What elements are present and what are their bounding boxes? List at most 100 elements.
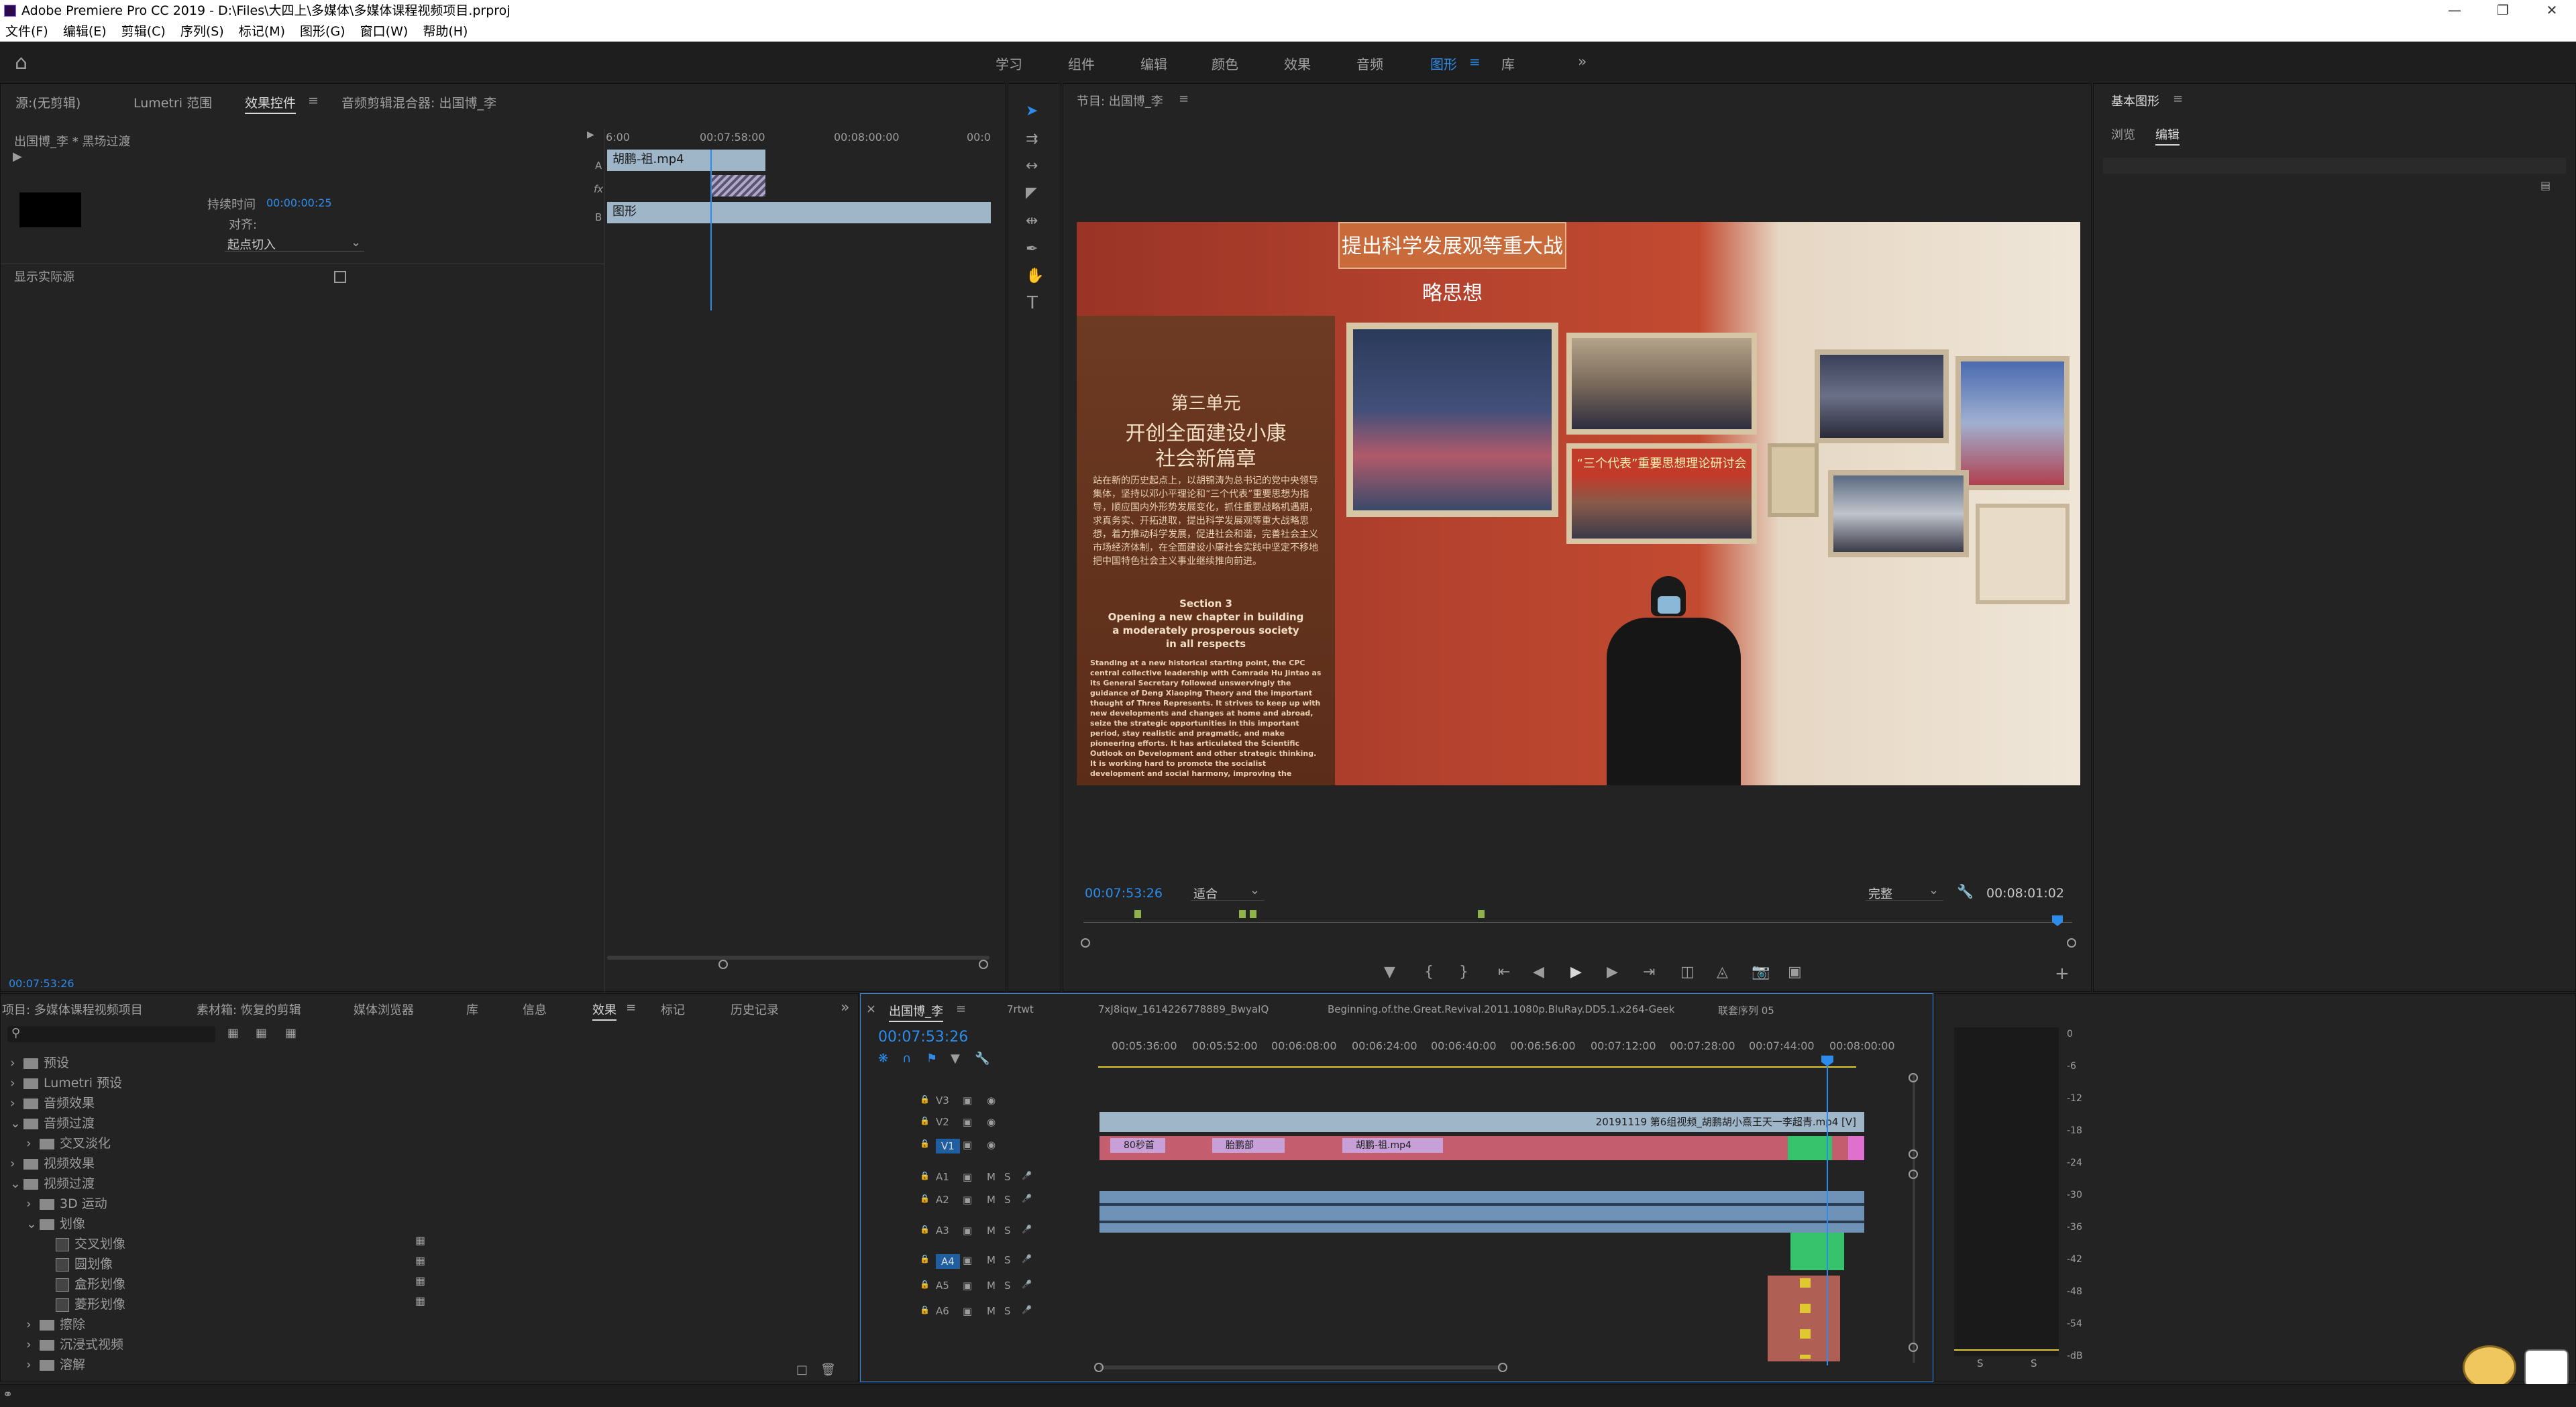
track-select-tool-icon[interactable]: ⇉ <box>1026 131 1038 148</box>
sync-lock-icon[interactable]: ▣ <box>963 1280 972 1292</box>
v1-clip-3[interactable]: 胡鹏-祖.mp4 <box>1342 1138 1443 1153</box>
hand-tool-icon[interactable]: ✋ <box>1026 268 1044 284</box>
v1-pink-clip[interactable] <box>1848 1136 1864 1160</box>
tab-bin[interactable]: 素材箱: 恢复的剪辑 <box>197 1001 301 1018</box>
mute-button[interactable]: M <box>987 1280 996 1292</box>
program-playhead[interactable] <box>2052 915 2063 926</box>
track-label[interactable]: A1 <box>936 1171 949 1183</box>
sync-lock-icon[interactable]: ▣ <box>963 1305 972 1317</box>
eye-icon[interactable]: ◉ <box>987 1139 996 1151</box>
microphone-icon[interactable]: 🎤 <box>1022 1305 1032 1314</box>
program-menu-icon[interactable]: ≡ <box>1179 92 1189 106</box>
track-label[interactable]: A3 <box>936 1225 949 1237</box>
mute-button[interactable]: M <box>987 1171 996 1183</box>
tab-info[interactable]: 信息 <box>523 1001 547 1018</box>
quality-dropdown[interactable]: 完整 ⌄ <box>1866 883 1943 901</box>
coffee-cup-icon[interactable] <box>2524 1349 2569 1387</box>
effects-search-input[interactable]: ⚲ <box>7 1026 215 1042</box>
mute-button[interactable]: M <box>987 1305 996 1317</box>
program-scrubber[interactable] <box>1081 909 2076 948</box>
export-frame-icon[interactable]: 📷 <box>1752 964 1770 980</box>
slip-tool-icon[interactable]: ⇹ <box>1026 213 1038 229</box>
eye-icon[interactable]: ◉ <box>987 1116 996 1128</box>
tab-audio-clip-mixer[interactable]: 音频剪辑混合器: 出国博_李 <box>341 93 496 111</box>
tab-effects[interactable]: 效果 <box>592 1001 616 1021</box>
home-icon[interactable]: ⌂ <box>15 51 28 74</box>
effects-tree-item[interactable]: 盒形划像 <box>42 1274 125 1292</box>
sync-lock-icon[interactable]: ▣ <box>963 1094 972 1107</box>
track-label[interactable]: V2 <box>936 1116 949 1128</box>
clip-a[interactable]: 胡鹏-祖.mp4 <box>607 150 765 171</box>
menu-sequence[interactable]: 序列(S) <box>180 24 224 39</box>
lock-icon[interactable]: 🔒 <box>920 1139 930 1148</box>
track-label[interactable]: A5 <box>936 1280 949 1292</box>
ec-timecode[interactable]: 00:07:53:26 <box>9 977 74 990</box>
ec-zoom-scrollbar[interactable] <box>607 956 989 960</box>
solo-button[interactable]: S <box>1004 1171 1011 1183</box>
track-label[interactable]: A6 <box>936 1305 949 1317</box>
chevron-right-icon[interactable]: › <box>10 1096 23 1111</box>
tab-libraries[interactable]: 库 <box>466 1001 478 1018</box>
chevron-right-icon[interactable]: › <box>10 1056 23 1070</box>
close-icon[interactable]: ✕ <box>2532 0 2571 21</box>
chevron-right-icon[interactable]: › <box>10 1076 23 1090</box>
settings-wrench-icon[interactable]: 🔧 <box>1957 883 1974 899</box>
effects-tree-item[interactable]: › 擦除 <box>26 1314 85 1333</box>
solo-button[interactable]: S <box>1004 1254 1011 1266</box>
marker[interactable] <box>1250 910 1256 918</box>
h-scroll-handle-right[interactable] <box>1498 1363 1507 1372</box>
menu-marker[interactable]: 标记(M) <box>239 24 285 39</box>
ec-playhead[interactable] <box>710 150 712 311</box>
fit-dropdown[interactable]: 适合 ⌄ <box>1191 883 1265 901</box>
h-scroll-handle-left[interactable] <box>1094 1363 1104 1372</box>
lock-icon[interactable]: 🔒 <box>920 1280 930 1289</box>
eg-layer-list[interactable] <box>2103 158 2566 174</box>
solo-button[interactable]: S <box>1004 1280 1011 1292</box>
timeline-close-icon[interactable]: × <box>866 1002 876 1016</box>
tab-history[interactable]: 历史记录 <box>731 1001 779 1018</box>
new-bin-icon[interactable]: □ <box>796 1363 808 1377</box>
tab-sequence-5[interactable]: 联套序列 05 <box>1718 1003 1774 1017</box>
tab-sequence-2[interactable]: 7rtwt <box>1007 1003 1034 1015</box>
timeline-timecode[interactable]: 00:07:53:26 <box>878 1029 968 1046</box>
effects-tree-item[interactable]: 交叉划像 <box>42 1234 125 1252</box>
chevron-down-icon[interactable]: ⌄ <box>10 1176 23 1191</box>
lock-icon[interactable]: 🔒 <box>920 1305 930 1314</box>
microphone-icon[interactable]: 🎤 <box>1022 1280 1032 1289</box>
effects-tree-item[interactable]: 菱形划像 <box>42 1294 125 1312</box>
linked-selection-icon[interactable]: ⚑ <box>926 1052 937 1066</box>
sync-lock-icon[interactable]: ▣ <box>963 1254 972 1266</box>
timeline-ruler[interactable]: 00:05:36:00 00:05:52:00 00:06:08:00 00:0… <box>1112 1039 1917 1056</box>
menu-help[interactable]: 帮助(H) <box>423 24 468 39</box>
effects-tree-item[interactable]: › 3D 运动 <box>26 1194 107 1212</box>
step-forward-icon[interactable]: ▶ <box>1607 964 1618 980</box>
restore-icon[interactable]: ❐ <box>2483 0 2522 21</box>
sync-lock-icon[interactable]: ▣ <box>963 1116 972 1128</box>
mascot-emoji-icon[interactable] <box>2463 1345 2516 1390</box>
type-tool-icon[interactable]: T <box>1027 293 1038 313</box>
nest-icon[interactable]: ❋ <box>878 1052 888 1066</box>
lock-icon[interactable]: 🔒 <box>920 1254 930 1263</box>
playhead-handle[interactable] <box>1821 1056 1833 1066</box>
vertical-scrollbar[interactable] <box>1913 1074 1915 1363</box>
track-label[interactable]: A4 <box>936 1254 960 1269</box>
eye-icon[interactable]: ◉ <box>987 1094 996 1107</box>
sync-lock-icon[interactable]: ▣ <box>963 1139 972 1151</box>
microphone-icon[interactable]: 🎤 <box>1022 1225 1032 1234</box>
menu-window[interactable]: 窗口(W) <box>360 24 409 39</box>
menu-graphics[interactable]: 图形(G) <box>300 24 345 39</box>
eg-menu-icon[interactable]: ≡ <box>2173 92 2183 106</box>
selection-tool-icon[interactable]: ➤ <box>1026 103 1038 119</box>
accelerated-effects-icon[interactable]: ▦ <box>227 1026 239 1040</box>
marker[interactable] <box>1478 910 1485 918</box>
chevron-right-icon[interactable]: › <box>26 1337 40 1352</box>
more-tabs-icon[interactable]: » <box>841 999 849 1016</box>
mute-button[interactable]: M <box>987 1194 996 1206</box>
zoom-handle-right[interactable] <box>2067 938 2076 948</box>
workspace-learn[interactable]: 学习 <box>996 54 1022 73</box>
timeline-menu-icon[interactable]: ≡ <box>956 1002 966 1016</box>
tab-markers[interactable]: 标记 <box>661 1001 685 1018</box>
v2-clip[interactable]: 20191119 第6组视频_胡鹏胡小熹王天一李超青.mp4 [V] <box>1099 1112 1864 1132</box>
workspace-menu-icon[interactable]: ≡ <box>1469 54 1481 70</box>
tab-sequence-4[interactable]: Beginning.of.the.Great.Revival.2011.1080… <box>1328 1003 1674 1015</box>
